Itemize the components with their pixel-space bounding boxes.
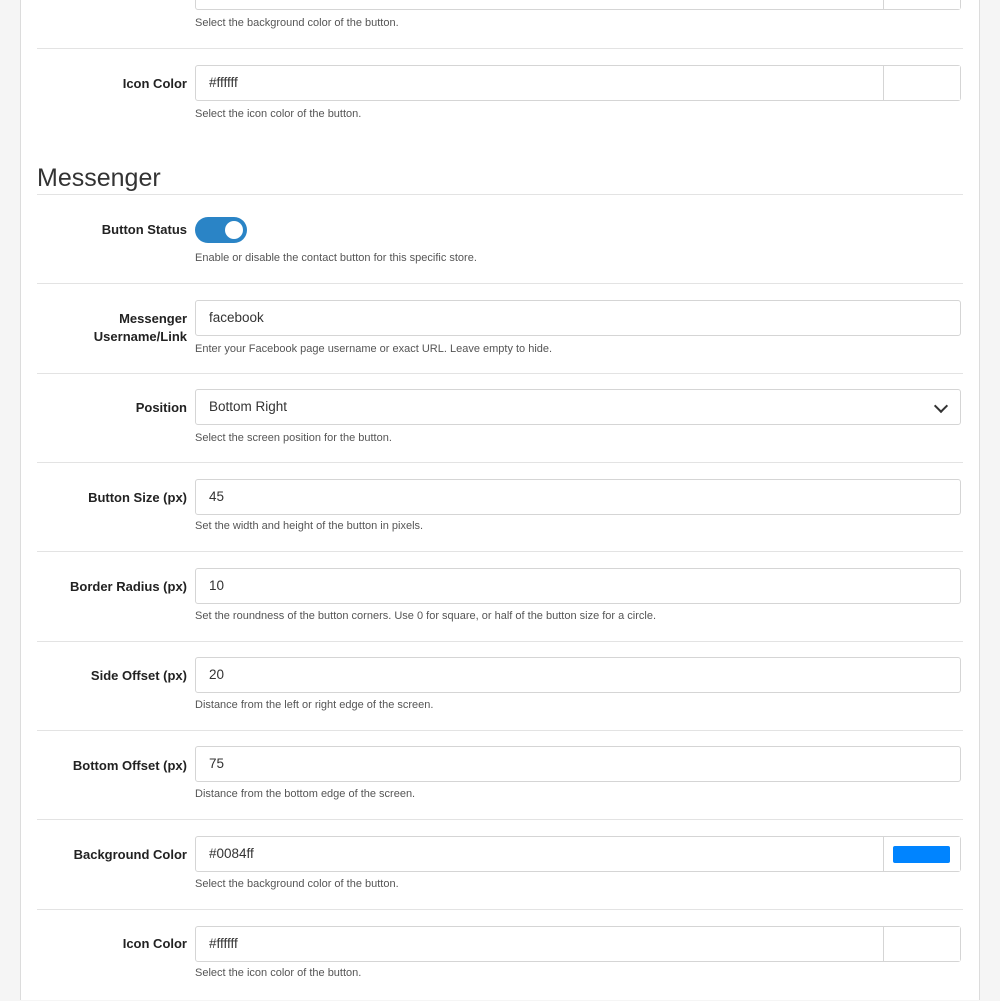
- messenger-username-label: Messenger Username/Link: [37, 310, 187, 346]
- bottom-offset-help: Distance from the bottom edge of the scr…: [195, 788, 416, 800]
- bottom-offset-input[interactable]: 75: [195, 746, 961, 782]
- background-color-value: #0084ff: [209, 846, 254, 861]
- whatsapp-icon-color-label: Icon Color: [122, 76, 187, 91]
- bottom-offset-label: Bottom Offset (px): [72, 758, 187, 773]
- button-status-row: Button Status Enable or disable the cont…: [37, 195, 963, 283]
- whatsapp-icon-color-input[interactable]: #ffffff: [195, 65, 961, 101]
- button-size-row: Button Size (px) 45 Set the width and he…: [37, 462, 963, 552]
- messenger-username-label-line1: Messenger: [119, 311, 187, 326]
- whatsapp-background-color-row: Select the background color of the butto…: [37, 0, 963, 48]
- background-color-picker[interactable]: [883, 837, 960, 871]
- position-row: Position Bottom Right Select the screen …: [37, 373, 963, 463]
- button-size-help: Set the width and height of the button i…: [195, 520, 424, 532]
- whatsapp-icon-color-picker[interactable]: [883, 66, 960, 100]
- background-color-row: Background Color #0084ff Select the back…: [37, 819, 963, 910]
- whatsapp-background-color-help: Select the background color of the butto…: [195, 17, 399, 29]
- button-size-label: Button Size (px): [88, 490, 187, 505]
- position-select[interactable]: Bottom Right: [195, 389, 961, 425]
- settings-panel: Select the background color of the butto…: [20, 0, 980, 1000]
- side-offset-label: Side Offset (px): [90, 668, 187, 683]
- bottom-offset-row: Bottom Offset (px) 75 Distance from the …: [37, 730, 963, 820]
- chevron-down-icon: [933, 398, 949, 414]
- icon-color-value: #ffffff: [209, 936, 238, 951]
- icon-color-input[interactable]: #ffffff: [195, 926, 961, 962]
- border-radius-label: Border Radius (px): [69, 579, 187, 594]
- icon-color-help: Select the icon color of the button.: [195, 967, 362, 979]
- border-radius-help: Set the roundness of the button corners.…: [195, 610, 657, 622]
- side-offset-input[interactable]: 20: [195, 657, 961, 693]
- background-color-swatch: [893, 846, 950, 863]
- whatsapp-background-color-input[interactable]: [195, 0, 961, 10]
- background-color-help: Select the background color of the butto…: [195, 878, 399, 890]
- border-radius-row: Border Radius (px) 10 Set the roundness …: [37, 551, 963, 642]
- side-offset-row: Side Offset (px) 20 Distance from the le…: [37, 641, 963, 731]
- button-status-label: Button Status: [101, 222, 187, 237]
- background-color-label: Background Color: [73, 847, 187, 862]
- icon-color-swatch: [893, 936, 950, 953]
- button-status-toggle[interactable]: [195, 217, 247, 243]
- messenger-section-title: Messenger: [37, 164, 161, 192]
- position-label: Position: [135, 400, 187, 415]
- messenger-username-input[interactable]: facebook: [195, 300, 961, 336]
- icon-color-row: Icon Color #ffffff Select the icon color…: [37, 909, 963, 1001]
- whatsapp-icon-color-help: Select the icon color of the button.: [195, 108, 362, 120]
- icon-color-label: Icon Color: [122, 936, 187, 951]
- position-select-value: Bottom Right: [209, 399, 288, 414]
- whatsapp-icon-color-row: Icon Color #ffffff Select the icon color…: [37, 48, 963, 139]
- whatsapp-background-color-picker[interactable]: [883, 0, 960, 9]
- side-offset-help: Distance from the left or right edge of …: [195, 699, 434, 711]
- position-help: Select the screen position for the butto…: [195, 432, 392, 444]
- messenger-username-row: Messenger Username/Link facebook Enter y…: [37, 283, 963, 374]
- border-radius-input[interactable]: 10: [195, 568, 961, 604]
- messenger-username-help: Enter your Facebook page username or exa…: [195, 343, 553, 355]
- background-color-input[interactable]: #0084ff: [195, 836, 961, 872]
- button-size-input[interactable]: 45: [195, 479, 961, 515]
- toggle-knob: [225, 221, 243, 239]
- messenger-username-label-line2: Username/Link: [93, 329, 187, 344]
- whatsapp-icon-color-value: #ffffff: [209, 75, 238, 90]
- icon-color-picker[interactable]: [883, 927, 960, 961]
- button-status-help: Enable or disable the contact button for…: [195, 252, 477, 264]
- whatsapp-icon-color-swatch: [893, 75, 950, 92]
